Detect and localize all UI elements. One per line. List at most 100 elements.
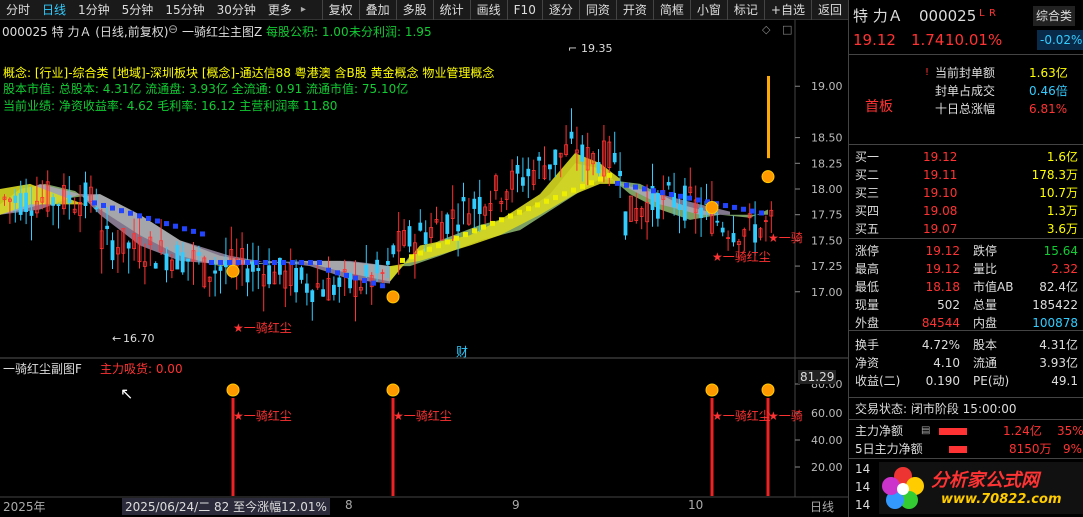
sub-signal-1: ★一骑红尘 [233, 409, 292, 423]
btn-f10[interactable]: F10 [506, 0, 542, 20]
btn-tongzi[interactable]: 同资 [578, 0, 616, 20]
btn-kaizi[interactable]: 开资 [615, 0, 653, 20]
candle-body [256, 268, 261, 271]
trend-block [182, 226, 187, 232]
quote-panel: 特 力Ａ 000025 L R 综合类 19.12 1.74 10.01% -0… [848, 0, 1083, 517]
capital-line: 股本市值: 总股本: 4.31亿 流通盘: 3.93亿 全流通: 0.91 流通… [3, 82, 409, 96]
sector-tag[interactable]: 综合类 [1033, 6, 1076, 26]
tab-more[interactable]: 更多 [262, 0, 298, 20]
indicator-name[interactable]: 一骑红尘主图Z [182, 23, 262, 40]
sub-y-tick-label: 20.00 [811, 461, 843, 474]
sub-chart-title[interactable]: 一骑红尘副图F [3, 360, 82, 377]
candle-body [445, 214, 450, 234]
btn-back[interactable]: 返回 [810, 0, 848, 20]
trend-block [119, 208, 124, 214]
limit-row-2: 封单占成交 0.46倍 [935, 84, 1068, 98]
money-bag-icon [226, 264, 240, 278]
candle-body [13, 195, 18, 203]
trend-block [651, 188, 656, 194]
trend-block [696, 197, 701, 203]
bid-row: 买一 19.12 1.6亿 [855, 150, 1078, 164]
btn-duogu[interactable]: 多股 [395, 0, 433, 20]
candle-body [553, 149, 558, 165]
candle-body [526, 168, 531, 177]
trend-block [732, 204, 737, 210]
stat-row: 最低 18.18 市值AB 82.4亿 [855, 280, 1078, 294]
chart-area[interactable]: 19.00 18.50 18.25 18.00 17.75 17.50 17.25 17.00… [0, 20, 848, 517]
window-icon[interactable]: □ [782, 23, 792, 36]
candle-body [218, 266, 223, 271]
candle-body [477, 196, 482, 215]
btn-diejia[interactable]: 叠加 [358, 0, 396, 20]
trend-block [427, 246, 432, 252]
btn-fuquan[interactable]: 复权 [321, 0, 359, 20]
btn-zixuan[interactable]: +自选 [763, 0, 811, 20]
quote-code: 000025 [919, 7, 977, 25]
eps-label: 每股公积: 1.00 [266, 25, 349, 39]
trend-block [290, 259, 295, 265]
y-tick-label: 17.25 [811, 260, 843, 273]
flow-bar-2 [949, 446, 967, 453]
candle-body [683, 185, 687, 221]
btn-jiankuang[interactable]: 简框 [652, 0, 690, 20]
quote-header: 特 力Ａ 000025 L R 综合类 [849, 6, 1083, 26]
candle-body [666, 182, 671, 186]
trend-block [400, 257, 405, 263]
trend-block [678, 193, 683, 199]
btn-tongji[interactable]: 统计 [432, 0, 470, 20]
price-pct: 10.01% [945, 31, 1003, 49]
diamond-icon[interactable]: ◇ [762, 23, 770, 36]
tab-15min[interactable]: 15分钟 [159, 0, 210, 20]
stat-row: 最高 19.12 量比 2.32 [855, 262, 1078, 276]
candle-body [515, 164, 520, 174]
trend-block [481, 224, 486, 230]
candle-body [423, 232, 428, 245]
candle-body [612, 152, 617, 163]
candle-body [623, 211, 628, 236]
bid-row: 买三 19.10 10.7万 [855, 186, 1078, 200]
btn-huaxian[interactable]: 画线 [469, 0, 507, 20]
trend-block [371, 280, 376, 286]
candle-body [94, 207, 99, 210]
candle-body [304, 283, 309, 293]
cai-marker[interactable]: 财 [456, 343, 468, 360]
candle-body [294, 268, 299, 293]
perf-line: 当前业绩: 净资收益率: 4.62 毛利率: 16.12 主营利润率 11.80 [3, 99, 338, 113]
y-tick-label: 17.50 [811, 234, 843, 247]
flow-detail-icon[interactable]: ▤ [921, 422, 930, 440]
trend-block [445, 239, 450, 245]
candle-body [720, 227, 725, 233]
chart-toolbar: 分时 日线 1分钟 5分钟 15分钟 30分钟 更多 ▸ 复权 叠加 多股 统计… [0, 0, 848, 20]
btn-zhufen[interactable]: 逐分 [541, 0, 579, 20]
tab-30min[interactable]: 30分钟 [211, 0, 262, 20]
high-arrow-icon: ⌐ [568, 42, 578, 55]
price-change: 1.74 [911, 31, 945, 49]
btn-biaoji[interactable]: 标记 [726, 0, 764, 20]
y-tick-label: 17.00 [811, 286, 843, 299]
candle-body [153, 263, 158, 269]
collapse-icon[interactable]: ⊖ [168, 22, 178, 36]
tab-1min[interactable]: 1分钟 [72, 0, 116, 20]
btn-xiaochuang[interactable]: 小窗 [689, 0, 727, 20]
tab-fenshi[interactable]: 分时 [0, 0, 36, 20]
candle-body [310, 290, 315, 303]
high-price-label: 19.35 [581, 42, 613, 55]
tab-5min[interactable]: 5分钟 [116, 0, 160, 20]
sub-money-bag-icon [761, 383, 775, 397]
trend-block [553, 195, 558, 201]
candle-body [24, 192, 29, 212]
low-price-label: 16.70 [123, 332, 155, 345]
candle-body [407, 226, 412, 247]
limit-up-candle [767, 75, 770, 159]
candle-body [175, 245, 180, 270]
trend-block [209, 259, 214, 265]
more-chevron-icon[interactable]: ▸ [298, 4, 309, 15]
stat-row: 净资 4.10 流通 3.93亿 [855, 356, 1078, 370]
trend-block [589, 180, 594, 186]
trend-block [155, 218, 160, 224]
candle-body [105, 225, 109, 229]
tab-daily[interactable]: 日线 [36, 0, 72, 20]
candle-body [521, 177, 525, 186]
candle-body [321, 289, 326, 297]
trend-block [218, 259, 223, 265]
